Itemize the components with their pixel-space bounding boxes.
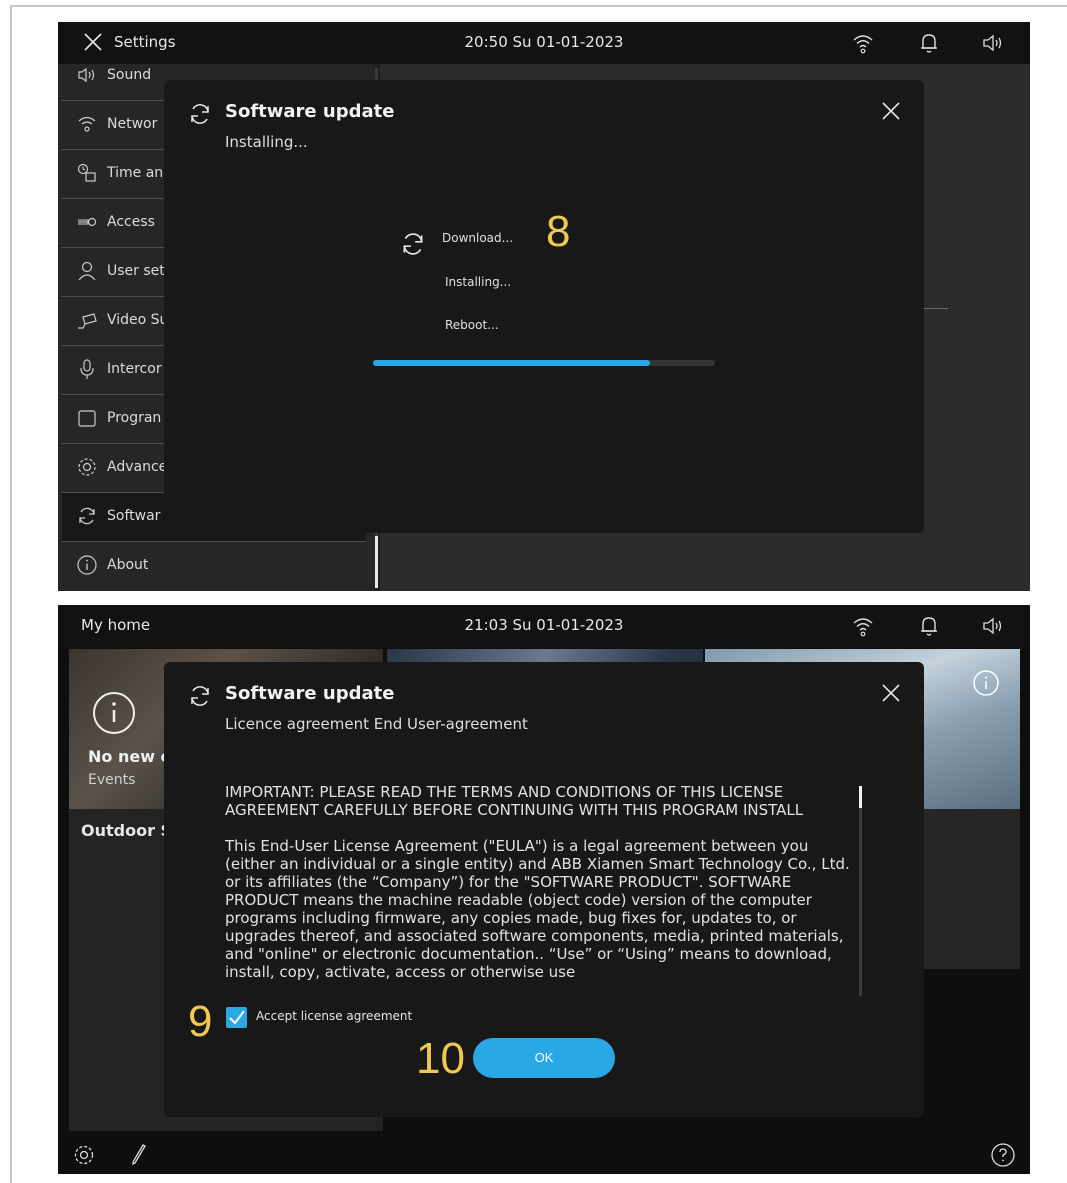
info-icon: [93, 692, 135, 734]
wifi-icon[interactable]: [851, 614, 875, 638]
wifi-icon[interactable]: [851, 31, 875, 55]
home-screen: My home 21:03 Su 01-01-2023 No new e Eve…: [58, 605, 1030, 1174]
settings-screen: Settings 20:50 Su 01-01-2023 Sound Netwo…: [58, 22, 1030, 591]
speaker-icon[interactable]: [981, 614, 1005, 638]
bell-icon[interactable]: [917, 31, 941, 55]
license-paragraph: This End-User License Agreement ("EULA")…: [225, 837, 850, 981]
sidebar-item-label: Progran: [107, 410, 162, 426]
callout-number: 10: [416, 1034, 465, 1083]
close-icon[interactable]: [880, 100, 902, 122]
events-subtitle: Events: [88, 772, 136, 788]
help-icon[interactable]: [990, 1142, 1016, 1168]
sidebar-item-label: Networ: [107, 116, 158, 132]
step-download: Download...: [442, 231, 514, 245]
sidebar-item-label: Softwar: [107, 508, 161, 524]
refresh-icon: [79, 507, 95, 525]
speaker-icon[interactable]: [981, 31, 1005, 55]
refresh-icon: [403, 233, 423, 255]
info-icon[interactable]: [972, 669, 1000, 697]
sidebar-item-label: Access: [107, 214, 155, 230]
scrollbar-thumb[interactable]: [375, 536, 378, 588]
checkmark-icon: [229, 1010, 245, 1025]
sidebar-item-label: Sound: [107, 67, 152, 83]
sidebar-item-about[interactable]: About: [62, 542, 366, 591]
microphone-icon: [80, 359, 94, 379]
clock-date: 20:50 Su 01-01-2023: [464, 33, 624, 51]
progress-bar-fill: [373, 360, 651, 366]
outdoor-title: Outdoor S: [81, 821, 173, 840]
refresh-icon: [191, 686, 209, 706]
sidebar-item-label: Advance: [107, 459, 168, 475]
pencil-icon[interactable]: [128, 1143, 152, 1167]
sidebar-item-label: About: [107, 557, 149, 573]
dialog-subtitle: Licence agreement End User-agreement: [225, 715, 528, 733]
dialog-subtitle: Installing...: [225, 133, 308, 151]
license-dialog: Software update Licence agreement End Us…: [164, 662, 924, 1117]
events-title: No new e: [88, 747, 172, 766]
square-icon: [78, 410, 96, 427]
wifi-icon: [78, 116, 96, 132]
sidebar-item-label: User set: [107, 263, 165, 279]
sidebar-item-label: Intercor: [107, 361, 162, 377]
info-icon: [77, 555, 97, 575]
bell-icon[interactable]: [917, 614, 941, 638]
dialog-title: Software update: [225, 101, 395, 122]
progress-bar: [373, 360, 715, 366]
clock-calendar-icon: [77, 163, 96, 182]
frame-border-top: [10, 5, 1067, 7]
callout-number: 8: [546, 207, 571, 256]
speaker-icon: [78, 67, 95, 83]
refresh-icon: [191, 104, 209, 124]
sidebar-item-label: Video Su: [107, 312, 169, 328]
scrollbar-thumb[interactable]: [859, 786, 862, 808]
clock-date: 21:03 Su 01-01-2023: [464, 616, 624, 634]
close-icon[interactable]: [880, 682, 902, 704]
license-paragraph: IMPORTANT: PLEASE READ THE TERMS AND CON…: [225, 783, 804, 819]
step-reboot: Reboot...: [445, 318, 499, 332]
license-text[interactable]: IMPORTANT: PLEASE READ THE TERMS AND CON…: [225, 783, 855, 997]
camera-icon: [78, 313, 97, 329]
accept-license-label: Accept license agreement: [256, 1009, 413, 1023]
step-installing: Installing...: [445, 275, 512, 289]
frame-border-left: [10, 5, 12, 1183]
status-bar: My home 21:03 Su 01-01-2023: [58, 605, 1030, 647]
software-update-dialog: Software update Installing... Download..…: [164, 80, 924, 533]
gear-icon[interactable]: [72, 1143, 96, 1167]
accept-license-checkbox[interactable]: [226, 1007, 247, 1028]
ok-button[interactable]: OK: [473, 1038, 615, 1078]
license-scrollbar[interactable]: [859, 786, 862, 996]
dialog-title: Software update: [225, 683, 395, 704]
key-icon: [78, 217, 97, 227]
user-icon: [78, 261, 96, 281]
gear-icon: [78, 458, 96, 476]
callout-number: 9: [188, 997, 213, 1046]
sidebar-item-label: Time an: [107, 165, 164, 181]
